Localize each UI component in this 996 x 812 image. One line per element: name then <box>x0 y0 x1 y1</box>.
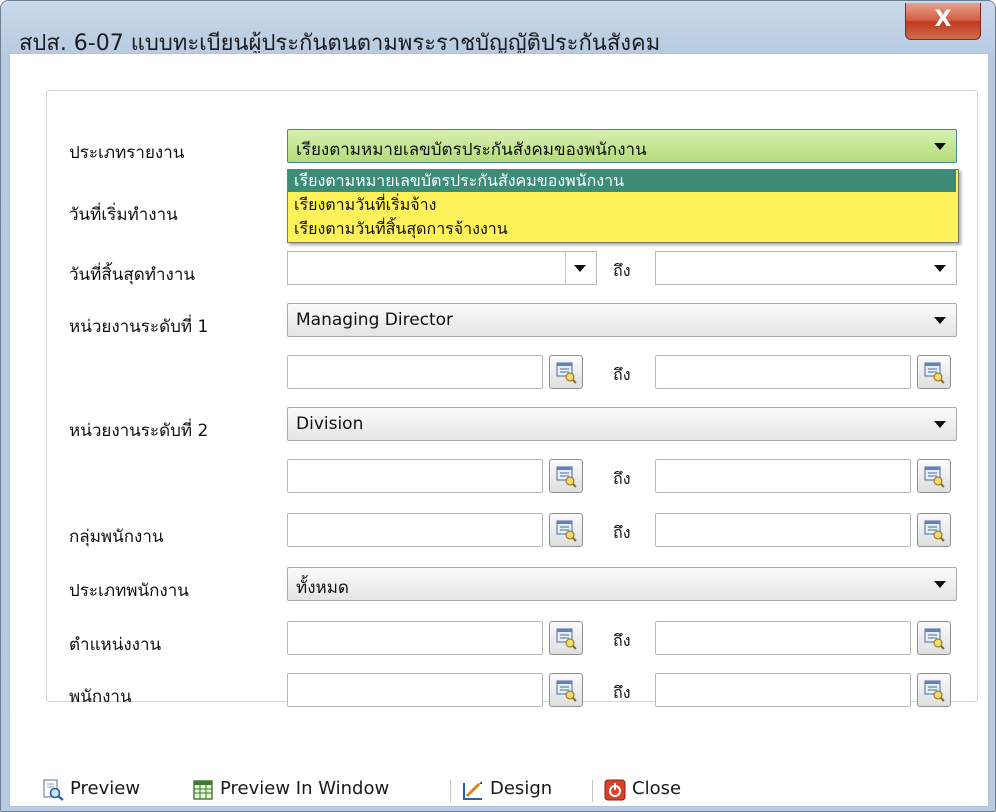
position-label: ตำแหน่งงาน <box>69 635 162 655</box>
search-list-icon[interactable] <box>549 673 583 707</box>
dialog-client-area: ประเภทรายงาน เรียงตามหมายเลขบัตรประกันสั… <box>9 53 989 807</box>
chevron-down-icon <box>934 143 946 150</box>
search-list-icon[interactable] <box>549 513 583 547</box>
employee-group-label: กลุ่มพนักงาน <box>69 527 164 547</box>
search-list-icon[interactable] <box>917 621 951 655</box>
unit-level2-label: หน่วยงานระดับที่ 2 <box>69 421 209 441</box>
unit-level1-label: หน่วยงานระดับที่ 1 <box>69 317 209 337</box>
preview-in-window-label: Preview In Window <box>220 778 390 799</box>
employee-type-label: ประเภทพนักงาน <box>69 581 189 601</box>
end-date-to-picker[interactable] <box>655 251 957 285</box>
close-label: Close <box>632 778 682 799</box>
report-dialog-window: สปส. 6-07 แบบทะเบียนผู้ประกันตนตามพระราช… <box>0 0 996 812</box>
unit-level2-from-input[interactable] <box>287 459 543 493</box>
search-list-icon[interactable] <box>917 459 951 493</box>
search-list-icon[interactable] <box>549 459 583 493</box>
divider <box>565 252 566 284</box>
unit-level1-from-input[interactable] <box>287 355 543 389</box>
employee-group-to-input[interactable] <box>655 513 911 547</box>
search-list-icon[interactable] <box>917 355 951 389</box>
employee-type-combo[interactable]: ทั้งหมด <box>287 567 957 601</box>
chevron-down-icon <box>934 421 946 428</box>
window-close-button[interactable]: X <box>905 3 981 40</box>
unit-level1-to-input[interactable] <box>655 355 911 389</box>
close-button[interactable]: Close <box>604 778 714 802</box>
unit-level1-to-label: ถึง <box>613 365 631 384</box>
employee-group-to-label: ถึง <box>613 523 631 542</box>
employee-type-value: ทั้งหมด <box>296 578 349 598</box>
report-type-dropdown-list: เรียงตามหมายเลขบัตรประกันสังคมของพนักงาน… <box>287 169 959 243</box>
window-grid-icon <box>193 780 213 800</box>
unit-level1-combo[interactable]: Managing Director <box>287 303 957 337</box>
power-icon <box>604 779 626 801</box>
preview-button[interactable]: Preview <box>42 778 182 802</box>
report-type-option[interactable]: เรียงตามวันที่สิ้นสุดการจ้างงาน <box>288 218 956 240</box>
filter-panel: ประเภทรายงาน เรียงตามหมายเลขบัตรประกันสั… <box>46 90 978 707</box>
magnifier-page-icon <box>43 779 64 801</box>
unit-level2-to-input[interactable] <box>655 459 911 493</box>
search-list-icon[interactable] <box>917 673 951 707</box>
search-list-icon[interactable] <box>549 355 583 389</box>
employee-to-input[interactable] <box>655 673 911 707</box>
bottom-toolbar: Preview Preview In Window Design Close <box>10 772 988 806</box>
end-date-to-label: ถึง <box>613 261 631 280</box>
unit-level2-to-label: ถึง <box>613 469 631 488</box>
end-date-label: วันที่สิ้นสุดทำงาน <box>69 265 196 285</box>
chevron-down-icon <box>934 581 946 588</box>
position-from-input[interactable] <box>287 621 543 655</box>
report-type-option[interactable]: เรียงตามหมายเลขบัตรประกันสังคมของพนักงาน <box>288 170 956 192</box>
design-button[interactable]: Design <box>462 778 582 802</box>
design-label: Design <box>490 778 553 799</box>
report-type-combo[interactable]: เรียงตามหมายเลขบัตรประกันสังคมของพนักงาน <box>287 129 957 163</box>
toolbar-separator <box>450 780 451 802</box>
employee-to-label: ถึง <box>613 683 631 702</box>
toolbar-separator <box>592 780 593 802</box>
end-date-from-picker[interactable] <box>287 251 597 285</box>
unit-level2-combo[interactable]: Division <box>287 407 957 441</box>
position-to-input[interactable] <box>655 621 911 655</box>
report-type-value: เรียงตามหมายเลขบัตรประกันสังคมของพนักงาน <box>296 140 647 160</box>
preview-label: Preview <box>70 778 141 799</box>
chevron-down-icon[interactable] <box>574 265 586 272</box>
ruler-pencil-icon <box>463 781 482 800</box>
position-to-label: ถึง <box>613 631 631 650</box>
report-type-option[interactable]: เรียงตามวันที่เริ่มจ้าง <box>288 194 956 216</box>
employee-label: พนักงาน <box>69 687 132 707</box>
employee-group-from-input[interactable] <box>287 513 543 547</box>
report-type-label: ประเภทรายงาน <box>69 143 185 163</box>
chevron-down-icon <box>934 317 946 324</box>
search-list-icon[interactable] <box>549 621 583 655</box>
preview-in-window-button[interactable]: Preview In Window <box>192 778 442 802</box>
unit-level2-value: Division <box>296 414 364 434</box>
unit-level1-value: Managing Director <box>296 310 454 330</box>
employee-from-input[interactable] <box>287 673 543 707</box>
chevron-down-icon[interactable] <box>934 265 946 272</box>
start-date-label: วันที่เริ่มทำงาน <box>69 205 178 225</box>
search-list-icon[interactable] <box>917 513 951 547</box>
